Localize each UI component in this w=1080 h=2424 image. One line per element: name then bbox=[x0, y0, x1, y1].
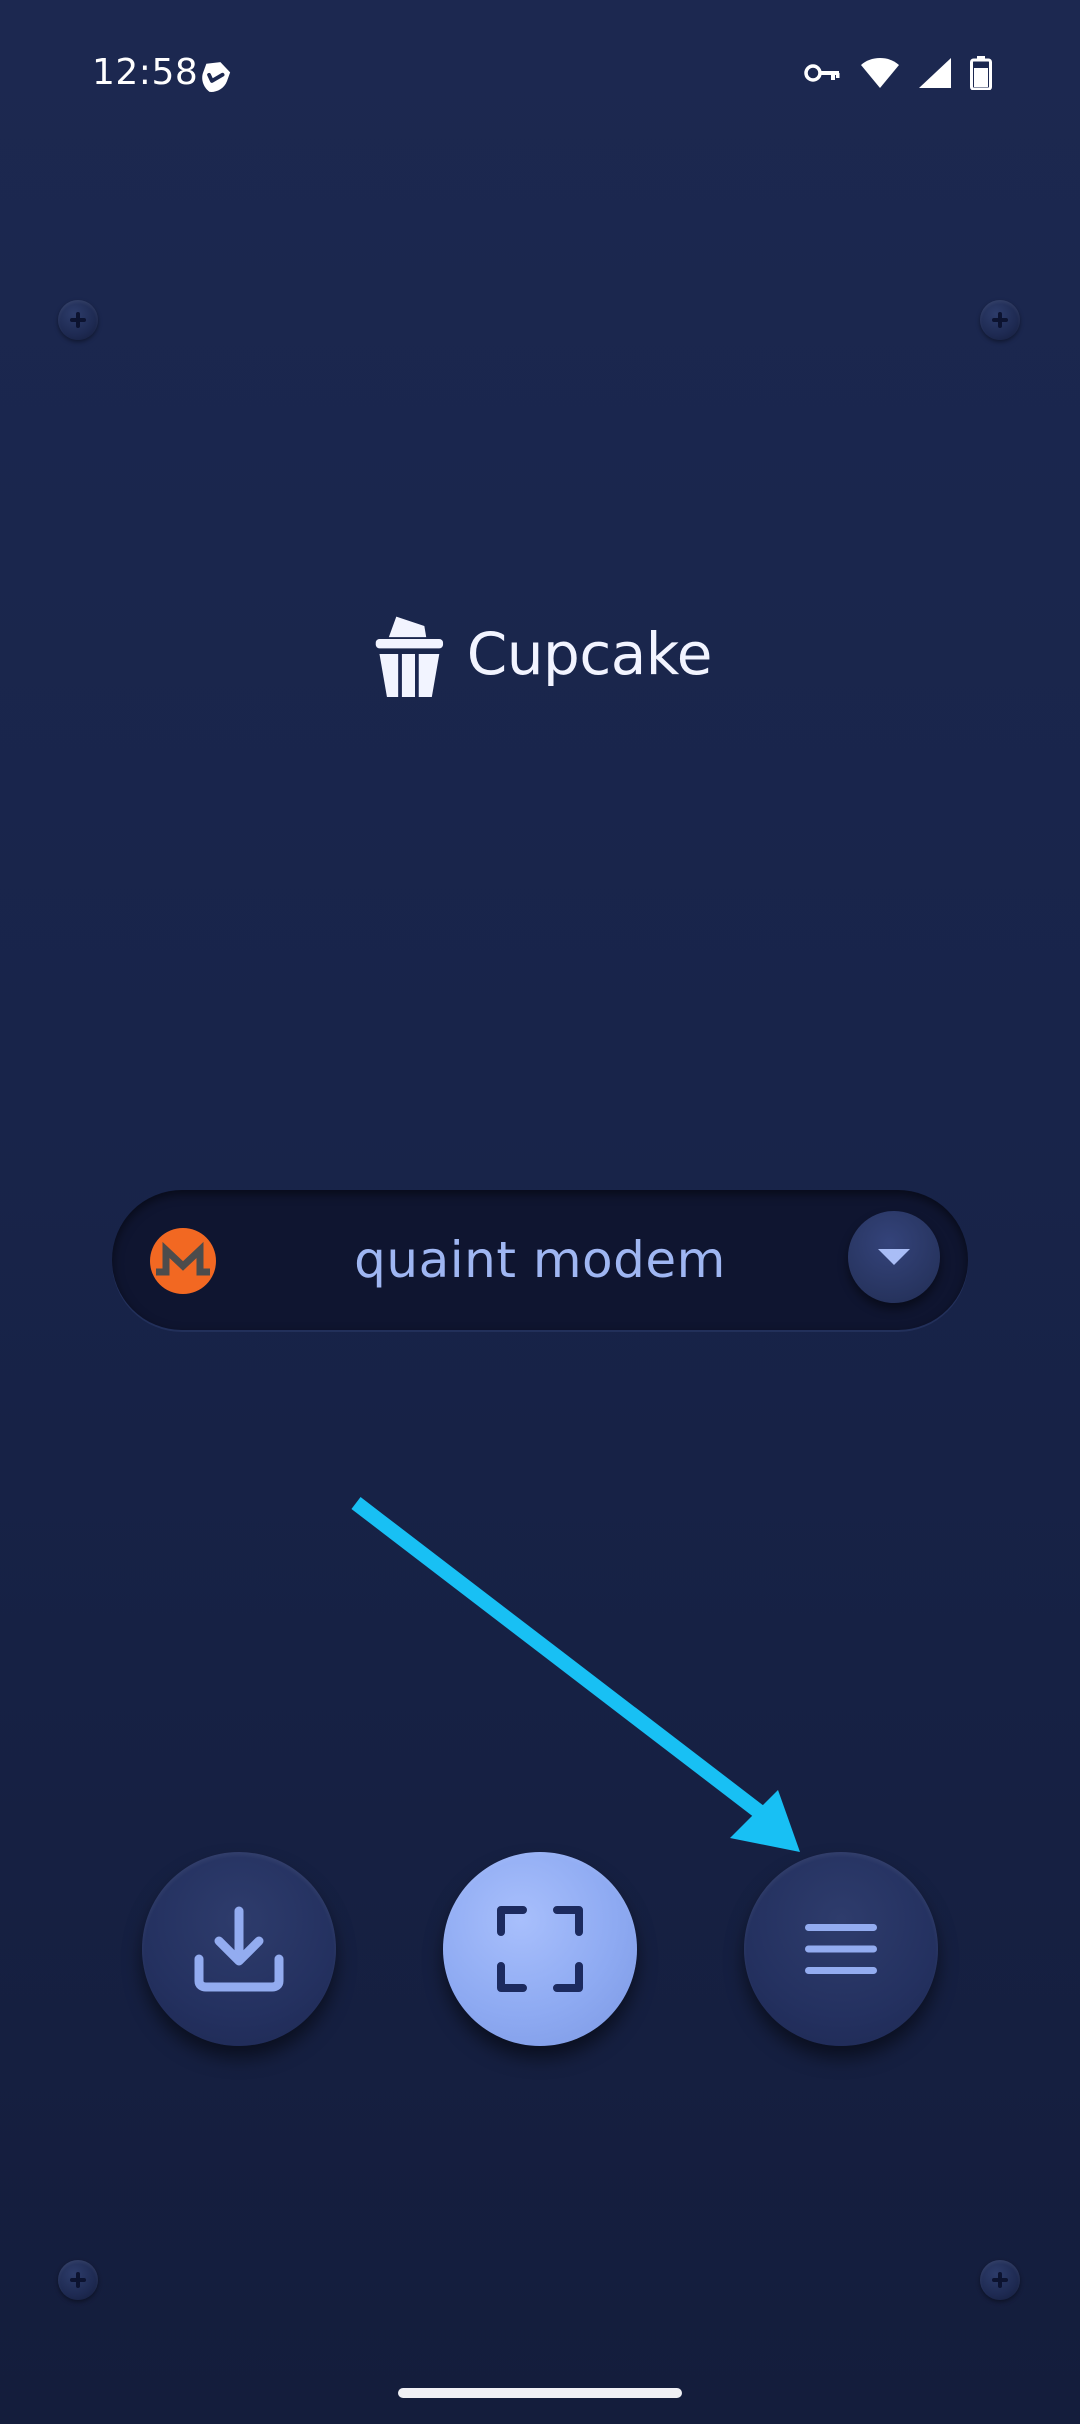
screw-bottom-left-icon bbox=[58, 2260, 98, 2300]
cellular-signal-icon bbox=[919, 58, 951, 88]
screw-top-right-icon bbox=[980, 300, 1020, 340]
scan-qr-button[interactable] bbox=[443, 1852, 637, 2046]
shield-check-icon bbox=[202, 62, 231, 92]
wallet-name: quaint modem bbox=[354, 1231, 726, 1289]
screw-top-left-icon bbox=[58, 300, 98, 340]
download-tray-icon bbox=[194, 1906, 284, 1992]
wallet-dropdown-button[interactable] bbox=[848, 1211, 940, 1303]
scan-frame-icon bbox=[497, 1906, 583, 1992]
app-logo-text: Cupcake bbox=[466, 620, 713, 688]
status-icons bbox=[804, 56, 992, 90]
status-time: 12:58 bbox=[92, 52, 199, 93]
home-indicator[interactable] bbox=[398, 2388, 682, 2398]
menu-button[interactable] bbox=[744, 1852, 938, 2046]
battery-icon bbox=[970, 56, 992, 90]
vpn-key-icon bbox=[804, 64, 840, 82]
status-bar: 12:58 bbox=[0, 0, 1080, 150]
cupcake-icon bbox=[375, 616, 444, 697]
wallet-selector[interactable]: quaint modem bbox=[112, 1190, 968, 1330]
import-wallet-button[interactable] bbox=[142, 1852, 336, 2046]
screw-bottom-right-icon bbox=[980, 2260, 1020, 2300]
hamburger-menu-icon bbox=[805, 1924, 877, 1974]
caret-down-icon bbox=[878, 1249, 910, 1265]
wifi-icon bbox=[861, 58, 899, 88]
app-logo: Cupcake bbox=[372, 604, 713, 704]
